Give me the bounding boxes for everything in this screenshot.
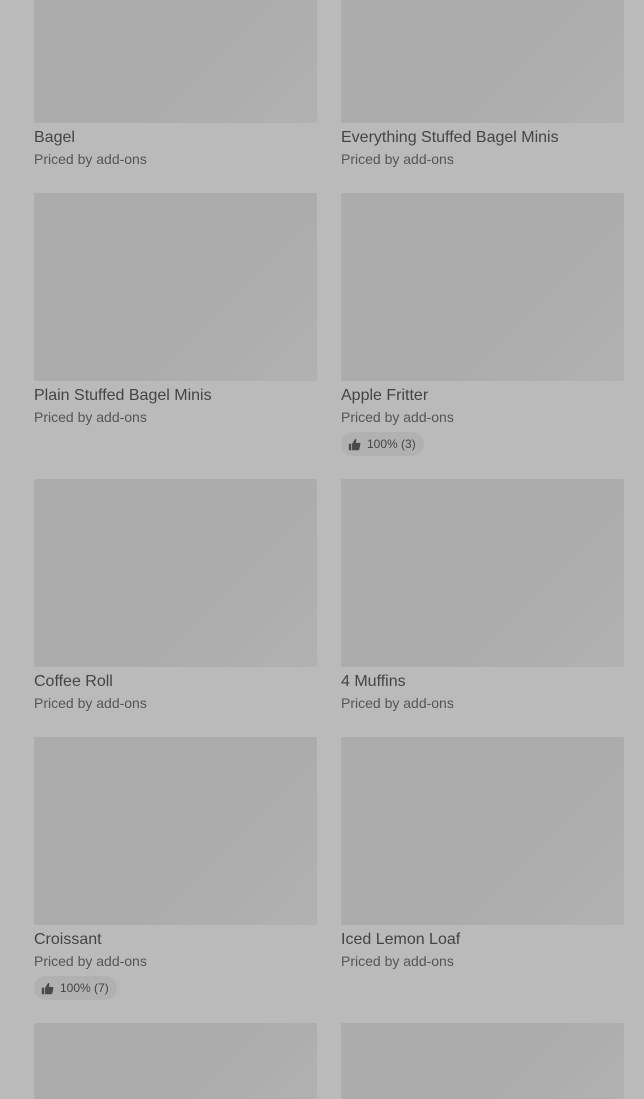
item-title: Croissant [34, 931, 102, 948]
item-image[interactable] [34, 737, 317, 925]
rating-text: 100% (3) [367, 437, 416, 451]
thumbs-up-icon [348, 438, 361, 451]
item-title: Everything Stuffed Bagel Minis [341, 129, 559, 146]
item-price-note: Priced by add-ons [341, 151, 454, 167]
menu-item-card[interactable] [34, 1023, 317, 1099]
item-image[interactable] [34, 1023, 317, 1099]
item-price-note: Priced by add-ons [341, 953, 454, 969]
menu-item-card[interactable]: Coffee Roll Priced by add-ons [34, 479, 317, 712]
item-image[interactable] [341, 479, 624, 667]
item-title: Iced Lemon Loaf [341, 931, 461, 948]
item-title: Plain Stuffed Bagel Minis [34, 387, 212, 404]
menu-item-card[interactable]: Apple Fritter Priced by add-ons 100% (3) [341, 193, 624, 456]
item-title: Bagel [34, 129, 75, 146]
item-price-note: Priced by add-ons [34, 151, 147, 167]
item-title: Apple Fritter [341, 387, 429, 404]
item-image[interactable] [341, 193, 624, 381]
menu-item-card[interactable]: Plain Stuffed Bagel Minis Priced by add-… [34, 193, 317, 426]
item-image[interactable] [341, 737, 624, 925]
menu-item-card[interactable] [341, 1023, 624, 1099]
rating-badge: 100% (7) [34, 976, 117, 1000]
menu-item-card[interactable]: Croissant Priced by add-ons 100% (7) [34, 737, 317, 1000]
item-price-note: Priced by add-ons [341, 695, 454, 711]
item-image[interactable] [34, 193, 317, 381]
menu-item-card[interactable]: Bagel Priced by add-ons [34, 0, 317, 168]
menu-item-card[interactable]: Iced Lemon Loaf Priced by add-ons [341, 737, 624, 970]
item-image[interactable] [341, 0, 624, 123]
item-price-note: Priced by add-ons [34, 953, 147, 969]
item-price-note: Priced by add-ons [34, 409, 147, 425]
item-image[interactable] [34, 479, 317, 667]
item-image[interactable] [341, 1023, 624, 1099]
item-price-note: Priced by add-ons [341, 409, 454, 425]
rating-badge: 100% (3) [341, 432, 424, 456]
menu-item-card[interactable]: Everything Stuffed Bagel Minis Priced by… [341, 0, 624, 168]
item-title: Coffee Roll [34, 673, 113, 690]
menu-item-card[interactable]: 4 Muffins Priced by add-ons [341, 479, 624, 712]
item-image[interactable] [34, 0, 317, 123]
item-title: 4 Muffins [341, 673, 406, 690]
page: { "items": [ {"title": "Bagel", "subtitl… [0, 0, 644, 1099]
rating-text: 100% (7) [60, 981, 109, 995]
item-price-note: Priced by add-ons [34, 695, 147, 711]
thumbs-up-icon [41, 982, 54, 995]
